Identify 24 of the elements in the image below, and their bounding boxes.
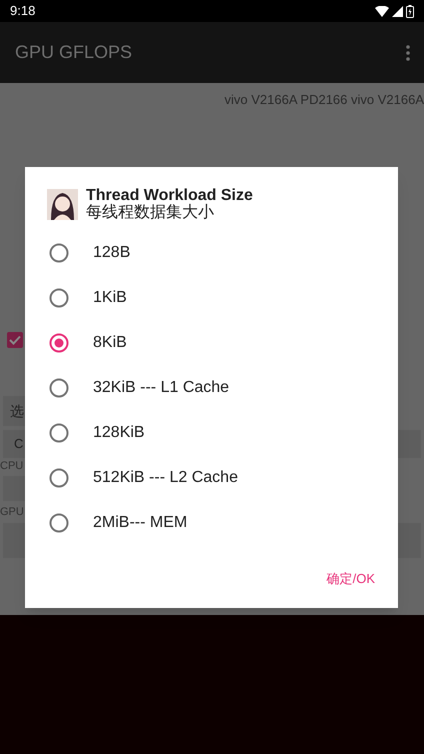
dialog-subtitle: 每线程数据集大小 — [86, 204, 215, 221]
radio-option[interactable]: 8KiB — [25, 320, 398, 365]
radio-button[interactable] — [49, 512, 69, 532]
dialog-title: Thread Workload Size — [86, 187, 253, 204]
battery-icon — [406, 4, 414, 18]
ok-button[interactable]: 确定/OK — [326, 569, 375, 588]
radio-button[interactable] — [49, 332, 69, 352]
radio-option[interactable]: 2MiB--- MEM — [25, 500, 398, 545]
radio-button[interactable] — [49, 378, 69, 398]
status-time: 9:18 — [10, 2, 36, 20]
radio-button[interactable] — [49, 242, 69, 262]
device-info-text: vivo V2166A PD2166 vivo V2166A — [224, 91, 424, 109]
radio-option[interactable]: 512KiB --- L2 Cache — [25, 455, 398, 500]
radio-button[interactable] — [49, 288, 69, 308]
radio-option[interactable]: 128B — [25, 230, 398, 275]
radio-option[interactable]: 1KiB — [25, 275, 398, 320]
overflow-menu-icon[interactable] — [406, 44, 410, 60]
wifi-icon — [375, 6, 389, 16]
app-title: GPU GFLOPS — [15, 41, 132, 64]
radio-button[interactable] — [49, 422, 69, 442]
checkbox[interactable] — [7, 332, 23, 348]
radio-button[interactable] — [49, 468, 69, 488]
avatar-icon — [47, 189, 78, 220]
signal-icon — [392, 6, 403, 16]
